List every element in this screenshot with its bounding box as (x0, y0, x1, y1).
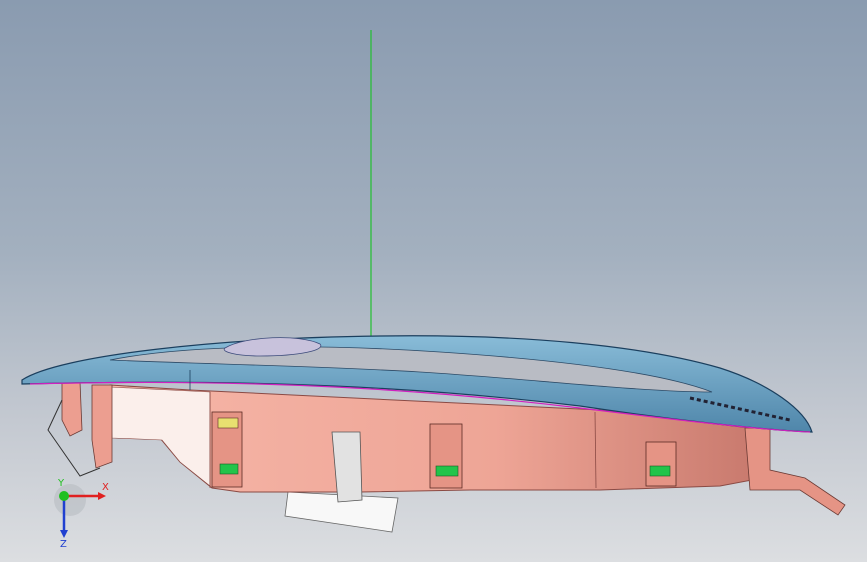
triad-y-axis-dot (59, 491, 69, 501)
clip-1 (211, 411, 243, 488)
housing-white-panel (109, 386, 211, 487)
triad-z-label: Z (60, 539, 67, 548)
clip-3 (645, 441, 677, 487)
orientation-triad[interactable]: X Y Z (40, 478, 120, 548)
triad-y-label: Y (57, 478, 65, 489)
left-bracket-arm (91, 384, 113, 469)
triad-x-label: X (102, 482, 109, 493)
cad-3d-viewport[interactable]: X Y Z (0, 0, 867, 562)
triad-z-arrow (60, 530, 68, 538)
clip-2 (429, 423, 463, 489)
left-bracket (61, 381, 83, 437)
triad-x-arrow (98, 492, 106, 500)
headlamp-model[interactable] (0, 0, 867, 562)
right-arm (744, 427, 846, 516)
